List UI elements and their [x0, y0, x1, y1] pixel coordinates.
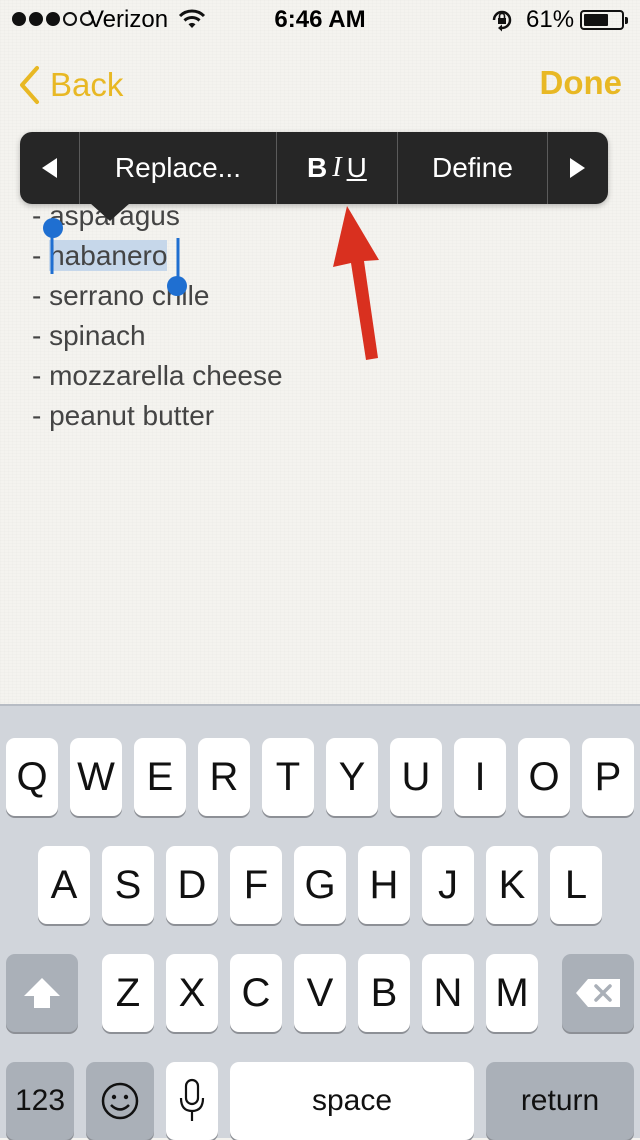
key-o[interactable]: O [518, 738, 570, 816]
status-bar: Verizon 6:46 AM 61% [0, 0, 640, 40]
menu-next-button[interactable] [548, 132, 608, 204]
key-n[interactable]: N [422, 954, 474, 1032]
format-biu-button[interactable]: B I U [277, 132, 398, 204]
battery-icon [580, 10, 628, 30]
numbers-key[interactable]: 123 [6, 1062, 74, 1140]
dictation-key[interactable] [166, 1062, 218, 1140]
delete-key[interactable] [562, 954, 634, 1032]
menu-pointer [90, 203, 130, 221]
shift-key[interactable] [6, 954, 78, 1032]
key-j[interactable]: J [422, 846, 474, 924]
battery-percentage: 61% [526, 6, 575, 33]
underline-label: U [346, 152, 367, 183]
key-w[interactable]: W [70, 738, 122, 816]
replace-button[interactable]: Replace... [80, 132, 278, 204]
edit-menu: Replace... B I U Define [20, 132, 608, 204]
selection-end-handle[interactable] [166, 238, 188, 303]
back-chevron-icon [20, 66, 39, 104]
space-key[interactable]: space [230, 1062, 474, 1140]
key-i[interactable]: I [454, 738, 506, 816]
key-l[interactable]: L [550, 846, 602, 924]
selection-start-handle[interactable] [43, 218, 65, 281]
note-line: - spinach [32, 320, 146, 351]
key-b[interactable]: B [358, 954, 410, 1032]
key-q[interactable]: Q [6, 738, 58, 816]
menu-prev-button[interactable] [20, 132, 80, 204]
shift-icon [24, 978, 60, 1008]
italic-label: I [332, 152, 342, 183]
back-label: Back [50, 66, 124, 103]
key-f[interactable]: F [230, 846, 282, 924]
right-triangle-icon [570, 158, 586, 178]
done-button[interactable]: Done [540, 64, 623, 102]
back-button[interactable]: Back [18, 62, 123, 108]
note-line: - habanero [32, 236, 283, 276]
key-m[interactable]: M [486, 954, 538, 1032]
left-triangle-icon [42, 158, 58, 178]
key-c[interactable]: C [230, 954, 282, 1032]
key-e[interactable]: E [134, 738, 186, 816]
key-k[interactable]: K [486, 846, 538, 924]
key-p[interactable]: P [582, 738, 634, 816]
key-v[interactable]: V [294, 954, 346, 1032]
key-s[interactable]: S [102, 846, 154, 924]
selected-text: habanero [49, 240, 168, 271]
key-u[interactable]: U [390, 738, 442, 816]
lock-rotation-icon [490, 8, 514, 39]
key-g[interactable]: G [294, 846, 346, 924]
keyboard: QWERTYUIOP ASDFGHJKL ZXCVBNM 123 space r… [0, 704, 640, 1140]
emoji-icon [101, 1082, 139, 1120]
return-key[interactable]: return [486, 1062, 634, 1140]
note-line: - mozzarella cheese [32, 360, 283, 391]
note-line: - serrano chile [32, 280, 210, 311]
note-line: - peanut butter [32, 400, 215, 431]
key-h[interactable]: H [358, 846, 410, 924]
microphone-icon [179, 1078, 205, 1121]
bold-label: B [307, 152, 328, 183]
delete-icon [576, 979, 620, 1007]
emoji-key[interactable] [86, 1062, 154, 1140]
key-a[interactable]: A [38, 846, 90, 924]
red-arrow-annotation [320, 200, 390, 370]
key-d[interactable]: D [166, 846, 218, 924]
define-button[interactable]: Define [398, 132, 549, 204]
key-z[interactable]: Z [102, 954, 154, 1032]
note-body[interactable]: - asparagus - habanero - serrano chile -… [32, 196, 283, 436]
key-t[interactable]: T [262, 738, 314, 816]
key-y[interactable]: Y [326, 738, 378, 816]
key-x[interactable]: X [166, 954, 218, 1032]
key-r[interactable]: R [198, 738, 250, 816]
